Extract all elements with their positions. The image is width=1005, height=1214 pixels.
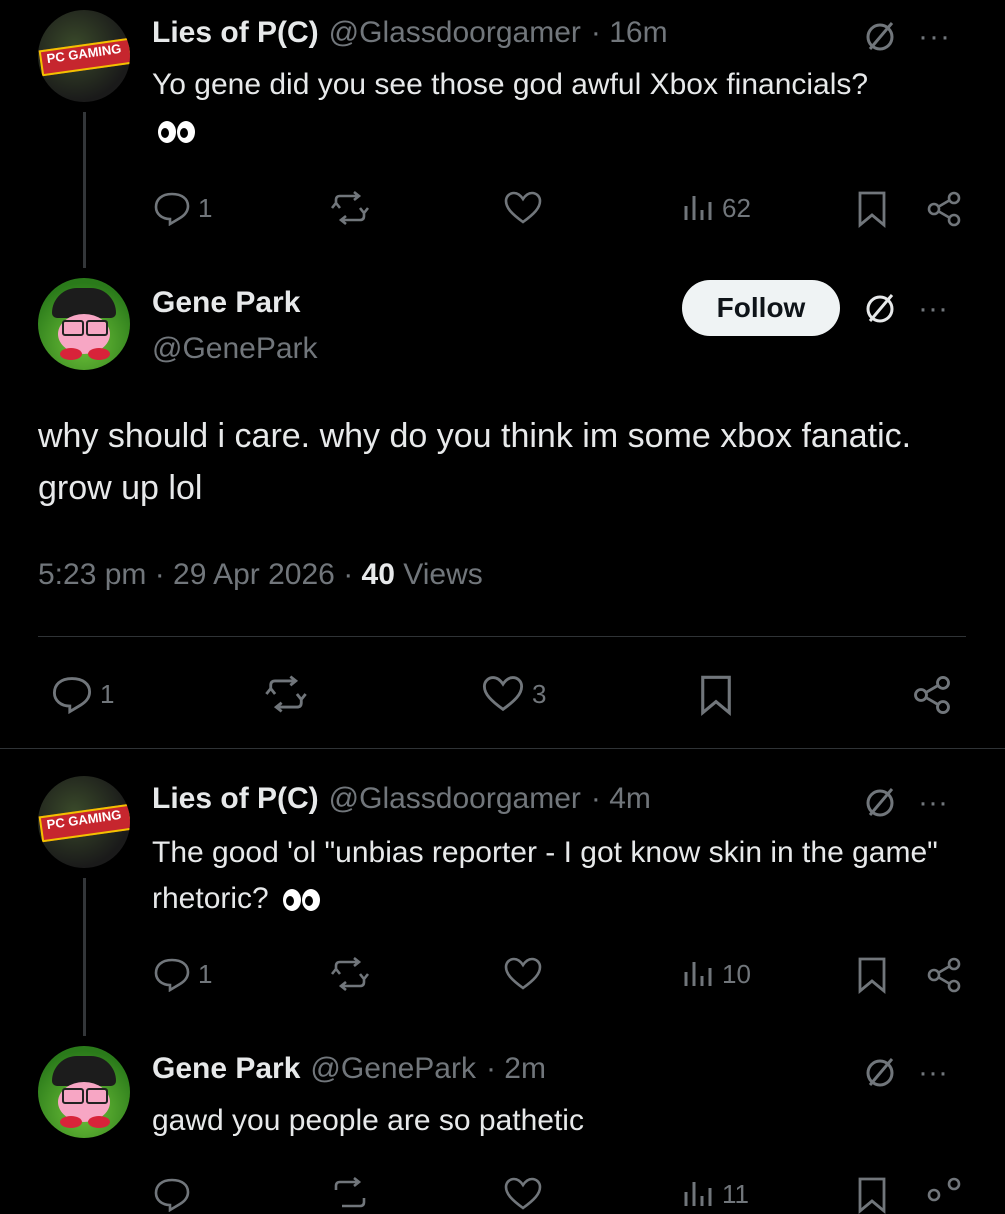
views-button[interactable]: 10 [680,956,751,992]
avatar-gene-park[interactable] [38,1046,130,1138]
share-icon [914,675,950,715]
follow-button[interactable]: Follow [682,280,840,336]
repost-button[interactable] [262,674,310,714]
reply-button[interactable]: 1 [50,674,114,714]
like-count: 3 [532,678,547,709]
grok-icon[interactable] [862,18,898,59]
share-button[interactable] [924,956,964,994]
like-button[interactable] [502,190,544,226]
repost-button[interactable] [328,956,372,992]
avatar-gene-park[interactable] [38,278,130,370]
heart-icon [504,191,542,224]
repost-icon [330,190,370,226]
bookmark-icon [701,675,731,716]
divider [38,636,966,637]
author-handle[interactable]: @GenePark [310,1052,476,1086]
views-icon [684,962,712,986]
repost-icon [330,956,370,992]
views-label: Views [403,558,483,591]
divider [0,748,1005,749]
tweet-text: gawd you people are so pathetic [152,1104,584,1137]
reply-count: 1 [198,958,213,989]
like-button[interactable] [502,956,544,992]
share-button[interactable] [910,674,954,716]
views-count: 11 [722,1178,749,1209]
tweet-time[interactable]: · 4m [591,782,651,816]
tweet-text: why should i care. why do you think im s… [38,417,912,507]
share-icon [927,1177,961,1202]
thread-line [83,878,86,1036]
tweet-text: Yo gene did you see those god awful Xbox… [152,68,869,101]
bookmark-icon [858,1177,886,1214]
author-handle[interactable]: @GenePark [152,332,318,366]
reply-icon [154,958,190,992]
eyes-emoji [158,121,195,144]
grok-icon[interactable] [862,290,898,331]
bookmark-icon [858,191,886,228]
more-icon[interactable]: ··· [918,20,951,54]
bookmark-button[interactable] [698,674,734,716]
like-button[interactable] [502,1176,544,1212]
grok-icon[interactable] [862,1054,898,1095]
avatar-lies-of-pc[interactable]: PC GAMING [38,776,130,868]
reply-icon [154,192,190,226]
repost-icon [334,1176,366,1208]
views-count: 62 [722,192,751,223]
grok-icon[interactable] [862,784,898,825]
tweet-time[interactable]: · 2m [486,1052,546,1086]
repost-button[interactable] [328,190,372,226]
more-icon[interactable]: ··· [918,1056,948,1090]
repost-icon [265,675,307,713]
more-icon[interactable]: ··· [918,786,948,820]
views-button[interactable]: 62 [680,190,751,226]
tweet-timestamp[interactable]: 5:23 pm · 29 Apr 2026 · [38,558,353,591]
reply-button[interactable] [152,1176,192,1212]
author-name[interactable]: Gene Park [152,286,300,320]
heart-icon [482,676,524,712]
author-name[interactable]: Gene Park [152,1052,300,1086]
thread-line [83,112,86,268]
views-icon [684,1182,712,1206]
reply-button[interactable]: 1 [152,190,212,226]
bookmark-button[interactable] [856,956,888,994]
eyes-emoji [283,889,321,912]
more-icon[interactable]: ··· [918,292,948,326]
bookmark-button[interactable] [856,190,888,228]
author-handle[interactable]: @Glassdoorgamer [329,16,581,50]
repost-button[interactable] [328,1176,372,1212]
author-name[interactable]: Lies of P(C) [152,16,319,50]
views-button[interactable]: 11 [680,1176,749,1212]
heart-icon [504,957,542,990]
reply-icon [52,677,92,714]
reply-icon [154,1178,190,1212]
views-count: 40 [361,558,395,591]
heart-icon [504,1177,542,1210]
views-count: 10 [722,958,751,989]
views-icon [684,196,712,220]
share-button[interactable] [924,1176,964,1214]
share-icon [927,957,961,993]
reply-count: 1 [198,192,213,223]
reply-button[interactable]: 1 [152,956,212,992]
share-button[interactable] [924,190,964,228]
tweet-time[interactable]: · 16m [591,16,668,50]
reply-count: 1 [100,678,115,709]
author-handle[interactable]: @Glassdoorgamer [329,782,581,816]
author-name[interactable]: Lies of P(C) [152,782,319,816]
like-button[interactable]: 3 [480,674,546,714]
bookmark-button[interactable] [856,1176,888,1214]
avatar-lies-of-pc[interactable]: PC GAMING [38,10,130,102]
share-icon [927,191,961,227]
tweet-text: The good 'ol "unbias reporter - I got kn… [152,836,938,915]
bookmark-icon [858,957,886,994]
